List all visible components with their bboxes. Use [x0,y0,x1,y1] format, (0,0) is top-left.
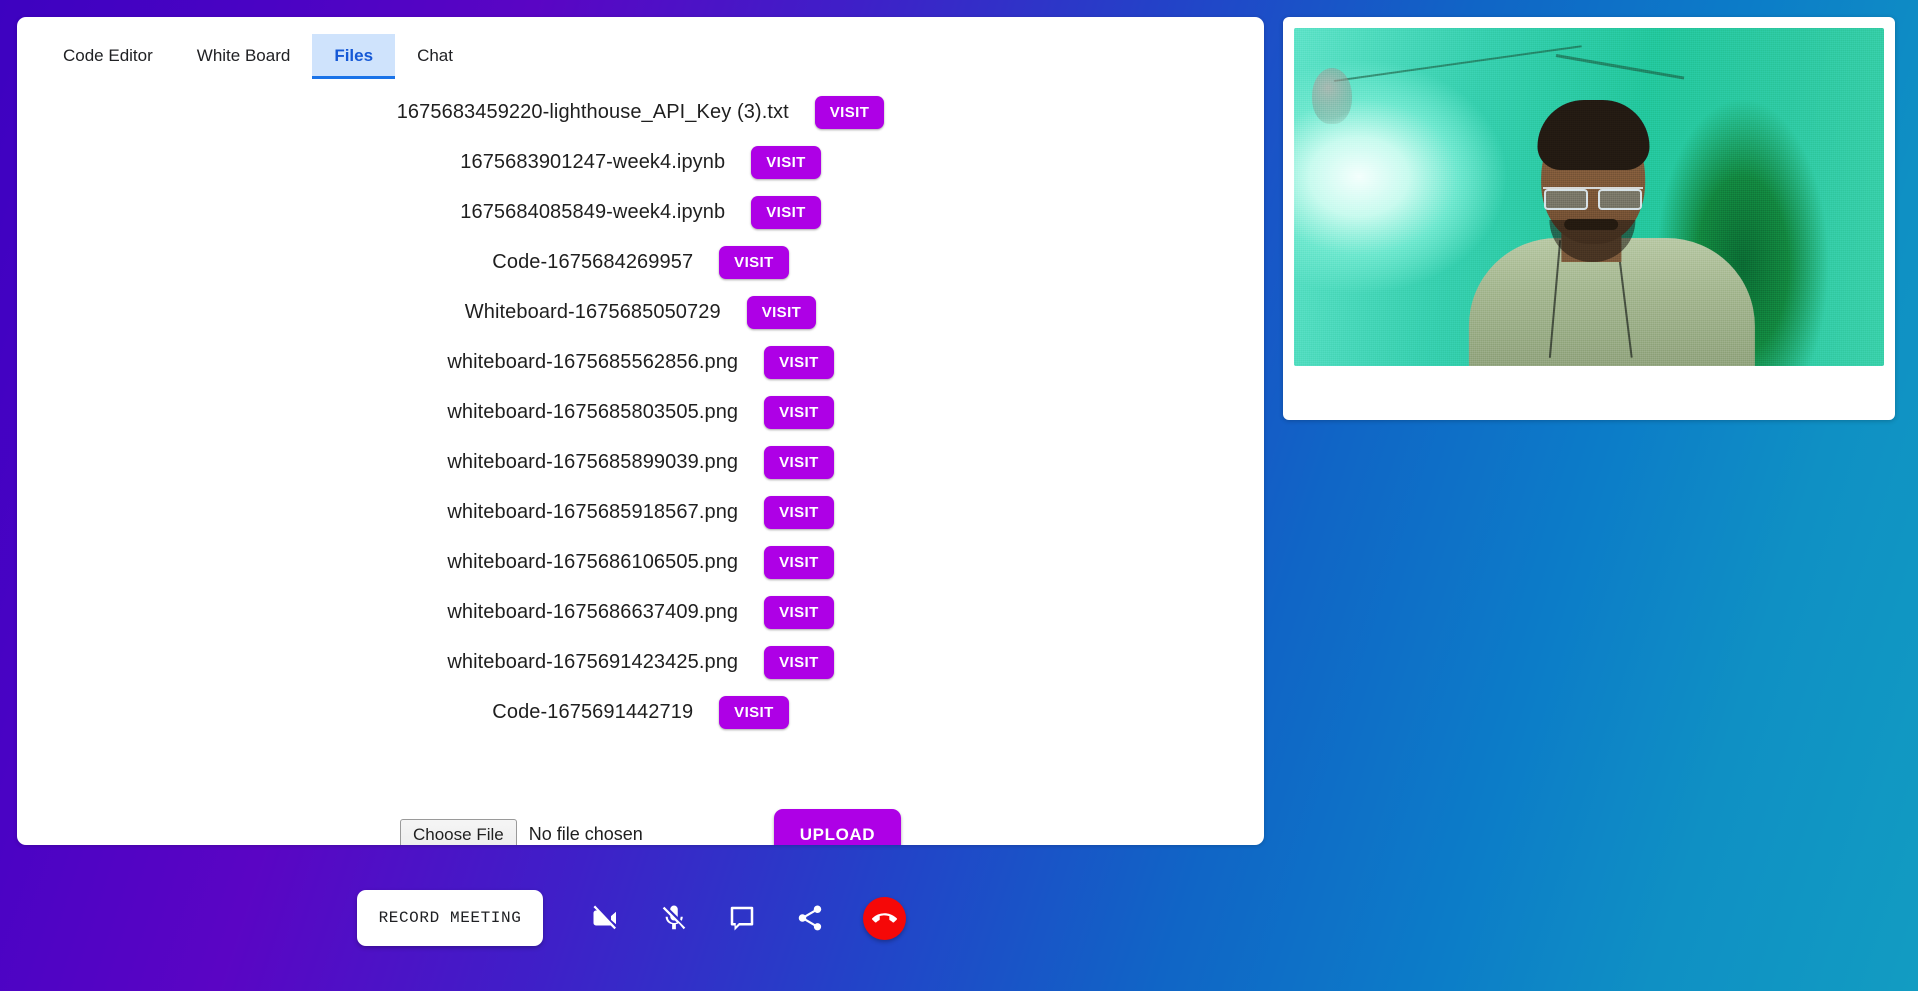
participant-glasses [1543,187,1643,210]
visit-button[interactable]: VISIT [814,95,885,129]
visit-button[interactable]: VISIT [751,145,821,179]
main-panel: Code Editor White Board Files Chat 16756… [17,17,1264,845]
tab-chat[interactable]: Chat [395,34,475,79]
visit-button[interactable]: VISIT [719,245,789,279]
ceiling-lamp [1312,68,1352,124]
share-icon[interactable] [793,901,827,935]
file-row: whiteboard-1675685803505.png VISIT [17,387,1264,437]
file-name: whiteboard-1675686106505.png [447,550,739,573]
file-row: Whiteboard-1675685050729 VISIT [17,287,1264,337]
visit-button[interactable]: VISIT [719,695,789,729]
file-name: Code-1675691442719 [492,700,694,723]
file-name: whiteboard-1675685899039.png [447,450,739,473]
file-name: whiteboard-1675685562856.png [447,350,739,373]
ceiling-wire [1333,45,1582,82]
upload-button[interactable]: UPLOAD [773,809,902,845]
webcam-video-feed [1294,28,1884,366]
visit-button[interactable]: VISIT [764,395,834,429]
file-row: 1675683901247-week4.ipynb VISIT [17,137,1264,187]
end-call-button[interactable] [863,896,907,940]
file-name: 1675684085849-week4.ipynb [460,200,726,223]
record-meeting-button[interactable]: RECORD MEETING [356,890,544,946]
visit-button[interactable]: VISIT [746,295,817,329]
no-file-chosen-label: No file chosen [528,824,643,844]
file-row: 1675683459220-lighthouse_API_Key (3).txt… [17,87,1264,137]
participant-hair [1537,100,1650,170]
visit-button[interactable]: VISIT [764,645,834,679]
file-row: whiteboard-1675691423425.png VISIT [17,637,1264,687]
file-name: whiteboard-1675691423425.png [447,650,739,673]
tab-white-board[interactable]: White Board [175,34,313,79]
visit-button[interactable]: VISIT [764,345,834,379]
file-row: Code-1675691442719 VISIT [17,687,1264,737]
file-row: whiteboard-1675685899039.png VISIT [17,437,1264,487]
tab-code-editor[interactable]: Code Editor [41,34,175,79]
file-name: 1675683459220-lighthouse_API_Key (3).txt [396,100,789,123]
file-row: whiteboard-1675686106505.png VISIT [17,537,1264,587]
file-row: 1675684085849-week4.ipynb VISIT [17,187,1264,237]
file-name: whiteboard-1675686637409.png [447,600,739,623]
file-row: Code-1675684269957 VISIT [17,237,1264,287]
file-name: Code-1675684269957 [492,250,694,273]
file-name: whiteboard-1675685803505.png [447,400,739,423]
choose-file-button[interactable]: Choose File [400,818,517,845]
file-row: whiteboard-1675685562856.png VISIT [17,337,1264,387]
tab-files[interactable]: Files [312,34,396,79]
mic-off-icon[interactable] [657,901,691,935]
participant-moustache [1564,219,1619,230]
visit-button[interactable]: VISIT [764,495,834,529]
visit-button[interactable]: VISIT [764,545,834,579]
visit-button[interactable]: VISIT [751,195,821,229]
file-name: Whiteboard-1675685050729 [464,300,721,323]
file-row: whiteboard-1675685918567.png VISIT [17,487,1264,537]
videocam-off-icon[interactable] [589,901,623,935]
upload-row: Choose File No file chosen UPLOAD [17,809,1264,845]
file-name: 1675683901247-week4.ipynb [460,150,726,173]
file-row: whiteboard-1675686637409.png VISIT [17,587,1264,637]
file-name: whiteboard-1675685918567.png [447,500,739,523]
ceiling-wire [1555,54,1685,80]
video-panel [1283,17,1895,420]
visit-button[interactable]: VISIT [764,445,834,479]
tab-bar: Code Editor White Board Files Chat [17,17,1264,79]
chat-bubble-icon[interactable] [725,901,759,935]
file-list: 1675683459220-lighthouse_API_Key (3).txt… [17,79,1264,737]
visit-button[interactable]: VISIT [764,595,834,629]
meeting-control-bar: RECORD MEETING [0,845,1263,991]
